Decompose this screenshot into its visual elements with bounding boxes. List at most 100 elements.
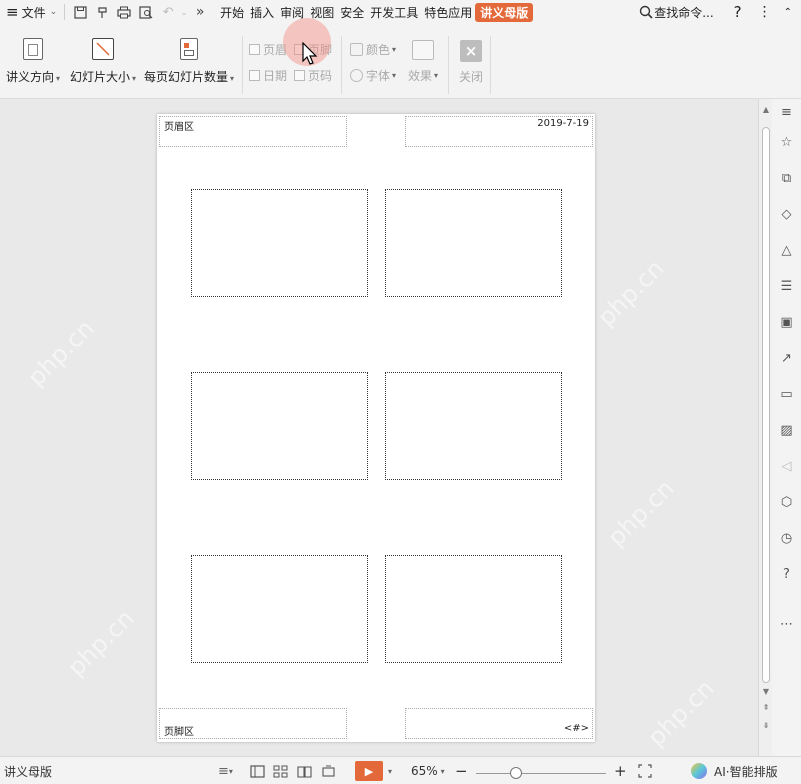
fill-icon[interactable]: △ (779, 243, 794, 258)
zoom-in-button[interactable]: + (614, 757, 627, 784)
divider (242, 36, 243, 94)
effect-label: 效果 (408, 69, 433, 83)
zoom-value: 65% (411, 764, 438, 778)
presenter-view-icon[interactable] (321, 757, 336, 784)
slide-placeholder[interactable] (191, 372, 368, 480)
sound-icon: ◁ (781, 459, 792, 474)
checkbox (249, 70, 260, 81)
collapse-sidebar-icon[interactable]: ≡ (779, 105, 794, 120)
slide-size-button[interactable]: 幻灯片大小 ▾ (70, 38, 136, 85)
date-checkbox[interactable]: 日期 (249, 67, 287, 84)
collapse-ribbon-icon[interactable]: ⌃ (781, 0, 795, 24)
orientation-button[interactable]: 讲义方向 ▾ (5, 38, 61, 85)
fit-window-icon[interactable] (638, 757, 652, 784)
zoom-level[interactable]: 65% ▾ (411, 757, 445, 784)
tab-handout-master[interactable]: 讲义母版 (475, 2, 534, 22)
help-icon[interactable]: ? (731, 0, 745, 24)
editing-canvas: php.cn php.cn php.cn php.cn php.cn 页眉区 2… (0, 99, 758, 756)
watermark: php.cn (22, 314, 100, 392)
star-icon[interactable]: ☆ (779, 135, 794, 150)
slide-sorter-icon[interactable] (273, 757, 288, 784)
divider (64, 4, 66, 20)
more-icon[interactable]: ⋮ (755, 0, 775, 24)
color-label: 颜色 (366, 43, 391, 57)
scrollbar-thumb[interactable] (762, 127, 770, 683)
previous-page-icon[interactable]: ⇞ (759, 703, 773, 712)
slide-placeholder[interactable] (385, 189, 562, 297)
undo-icon[interactable]: ↶ (157, 0, 179, 24)
chevron-down-icon: ▾ (392, 71, 397, 80)
shield-icon[interactable]: ⬡ (779, 495, 794, 510)
chevron-down-icon: ▾ (392, 45, 397, 54)
chevron-down-icon: ⌄ (49, 7, 58, 17)
tab-insert[interactable]: 插入 (247, 0, 277, 24)
help-circle-icon[interactable]: ? (779, 567, 794, 582)
slide-placeholder[interactable] (191, 189, 368, 297)
history-icon[interactable]: ◷ (779, 531, 794, 546)
checkbox (294, 70, 305, 81)
archive-icon[interactable]: ▭ (779, 387, 794, 402)
handout-page[interactable]: 页眉区 2019-7-19 页脚区 <#> (157, 114, 595, 742)
share-icon[interactable]: ↗ (779, 351, 794, 366)
vertical-scrollbar[interactable]: ▲ ▼ ⇞ ⇟ (758, 99, 772, 756)
close-label: 关闭 (459, 70, 484, 84)
font-button[interactable]: 字体 ▾ (350, 67, 396, 84)
status-bar: 讲义母版 ≡ ▾ ▶ ▾ 65% ▾ − + AI·智能排版 (0, 756, 801, 784)
next-page-icon[interactable]: ⇟ (759, 721, 773, 730)
normal-view-icon[interactable] (250, 757, 265, 784)
effect-button[interactable]: 效果 ▾ (408, 67, 438, 84)
effect-icon-box (412, 40, 434, 60)
tab-features[interactable]: 特色应用 (421, 0, 475, 24)
date-text: 2019-7-19 (537, 118, 589, 129)
save-icon[interactable] (69, 0, 91, 24)
ai-logo-icon (691, 763, 707, 779)
color-button[interactable]: 颜色 ▾ (350, 41, 396, 58)
zoom-slider-track[interactable] (476, 773, 606, 774)
slide-placeholder[interactable] (385, 372, 562, 480)
search-icon (639, 5, 653, 19)
more-icon[interactable]: ⋯ (779, 617, 794, 632)
slide-placeholder[interactable] (385, 555, 562, 663)
chevron-down-icon: ▾ (132, 74, 137, 83)
page-number-checkbox[interactable]: 页码 (294, 67, 332, 84)
scroll-up-icon[interactable]: ▲ (759, 105, 773, 114)
print-icon[interactable] (113, 0, 135, 24)
zoom-slider-knob[interactable] (510, 767, 522, 779)
file-menu[interactable]: ≡ 文件 ⌄ (0, 0, 60, 24)
slideshow-button[interactable]: ▶ ▾ (355, 757, 392, 784)
scroll-down-icon[interactable]: ▼ (759, 687, 773, 696)
print-preview-icon[interactable] (135, 0, 157, 24)
copy-icon[interactable]: ⧉ (779, 171, 794, 186)
settings-sliders-icon[interactable]: ☰ (779, 279, 794, 294)
page-number-label: 页码 (308, 69, 333, 83)
play-icon: ▶ (355, 761, 383, 781)
orientation-label: 讲义方向 (5, 70, 54, 84)
close-icon: × (460, 40, 482, 62)
chevron-down-icon[interactable]: ⌄ (179, 0, 189, 24)
orientation-icon (23, 38, 43, 60)
close-button[interactable]: × 关闭 (459, 40, 483, 85)
image-icon[interactable]: ▨ (779, 423, 794, 438)
header-checkbox[interactable]: 页眉 (249, 41, 287, 58)
chevron-down-icon: ▾ (440, 766, 445, 776)
tab-security[interactable]: 安全 (337, 0, 367, 24)
divider (448, 36, 449, 94)
slide-placeholder[interactable] (191, 555, 368, 663)
tab-home[interactable]: 开始 (217, 0, 247, 24)
search-command[interactable]: 查找命令... (636, 0, 716, 24)
chevron-down-icon: ▾ (230, 74, 235, 83)
gallery-icon[interactable]: ▣ (779, 315, 794, 330)
right-sidebar: ≡ ☆ ⧉ ◇ △ ☰ ▣ ↗ ▭ ▨ ◁ ⬡ ◷ ? ⋯ (772, 99, 801, 756)
slides-per-page-button[interactable]: 每页幻灯片数量 ▾ (144, 38, 235, 85)
format-painter-icon[interactable] (91, 0, 113, 24)
shapes-icon[interactable]: ◇ (779, 207, 794, 222)
overflow-icon[interactable]: » (189, 0, 211, 24)
zoom-out-button[interactable]: − (455, 757, 468, 784)
watermark: php.cn (642, 674, 720, 752)
reading-view-icon[interactable] (297, 757, 312, 784)
chevron-down-icon: ▾ (56, 74, 61, 83)
ai-layout-button[interactable]: AI·智能排版 (690, 757, 778, 784)
menu-right: 查找命令... ? ⋮ ⌃ (636, 0, 801, 24)
tab-developer[interactable]: 开发工具 (367, 0, 421, 24)
notes-icon[interactable]: ≡ ▾ (218, 757, 233, 784)
